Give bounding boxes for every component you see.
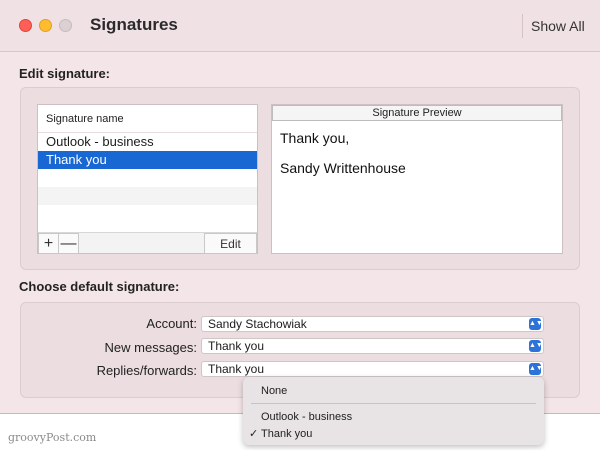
signature-item-thank-you[interactable]: Thank you bbox=[38, 151, 257, 169]
replies-forwards-dropdown-menu: None Outlook - business ✓ Thank you bbox=[243, 377, 544, 445]
signatures-window: Signatures Show All Edit signature: Sign… bbox=[0, 0, 600, 414]
new-messages-select-value: Thank you bbox=[208, 339, 265, 353]
preview-line: Sandy Writtenhouse bbox=[280, 160, 406, 176]
account-label: Account: bbox=[146, 316, 197, 331]
close-window-button[interactable] bbox=[19, 19, 32, 32]
signature-list-toolbar: + — Edit bbox=[38, 232, 257, 254]
window-title: Signatures bbox=[90, 15, 178, 34]
replies-forwards-select[interactable]: Thank you ▲▼ bbox=[201, 361, 544, 377]
replies-forwards-label: Replies/forwards: bbox=[96, 363, 197, 378]
list-empty-row bbox=[38, 169, 257, 187]
menu-item-none[interactable]: None bbox=[243, 383, 544, 399]
account-select[interactable]: Sandy Stachowiak ▲▼ bbox=[201, 316, 544, 332]
choose-default-heading: Choose default signature: bbox=[19, 279, 180, 294]
account-select-value: Sandy Stachowiak bbox=[208, 317, 307, 331]
minimize-window-button[interactable] bbox=[39, 19, 52, 32]
edit-signature-heading: Edit signature: bbox=[19, 66, 111, 81]
watermark: groovyPost.com bbox=[8, 431, 97, 444]
menu-item-label: Outlook - business bbox=[261, 411, 353, 423]
menu-item-label: None bbox=[261, 385, 288, 397]
replies-forwards-select-value: Thank you bbox=[208, 362, 265, 376]
signature-list-header: Signature name bbox=[38, 105, 257, 133]
show-all-button[interactable]: Show All bbox=[522, 14, 585, 38]
menu-item-outlook-business[interactable]: Outlook - business bbox=[243, 409, 544, 425]
remove-signature-button[interactable]: — bbox=[58, 233, 79, 254]
updown-chevron-icon: ▲▼ bbox=[529, 318, 543, 330]
new-messages-label: New messages: bbox=[104, 340, 197, 355]
menu-separator bbox=[251, 403, 536, 404]
new-messages-select[interactable]: Thank you ▲▼ bbox=[201, 338, 544, 354]
checkmark-icon: ✓ bbox=[249, 428, 259, 440]
updown-chevron-icon: ▲▼ bbox=[529, 340, 543, 352]
add-signature-button[interactable]: + bbox=[38, 233, 59, 254]
title-bar: Signatures Show All bbox=[0, 0, 600, 52]
signature-preview-header: Signature Preview bbox=[272, 105, 562, 121]
zoom-window-button[interactable] bbox=[59, 19, 72, 32]
preview-line: Thank you, bbox=[280, 130, 350, 146]
updown-chevron-icon: ▲▼ bbox=[529, 363, 543, 375]
signature-preview-body: Thank you, Sandy Writtenhouse bbox=[272, 121, 562, 199]
menu-item-label: Thank you bbox=[261, 428, 313, 440]
edit-signature-button[interactable]: Edit bbox=[204, 233, 257, 254]
signature-item-outlook-business[interactable]: Outlook - business bbox=[38, 133, 257, 151]
signature-list[interactable]: Signature name Outlook - business Thank … bbox=[37, 104, 258, 254]
menu-item-thank-you[interactable]: ✓ Thank you bbox=[243, 426, 544, 442]
list-empty-row bbox=[38, 187, 257, 205]
list-empty-row bbox=[38, 205, 257, 223]
signature-preview: Signature Preview Thank you, Sandy Writt… bbox=[271, 104, 563, 254]
